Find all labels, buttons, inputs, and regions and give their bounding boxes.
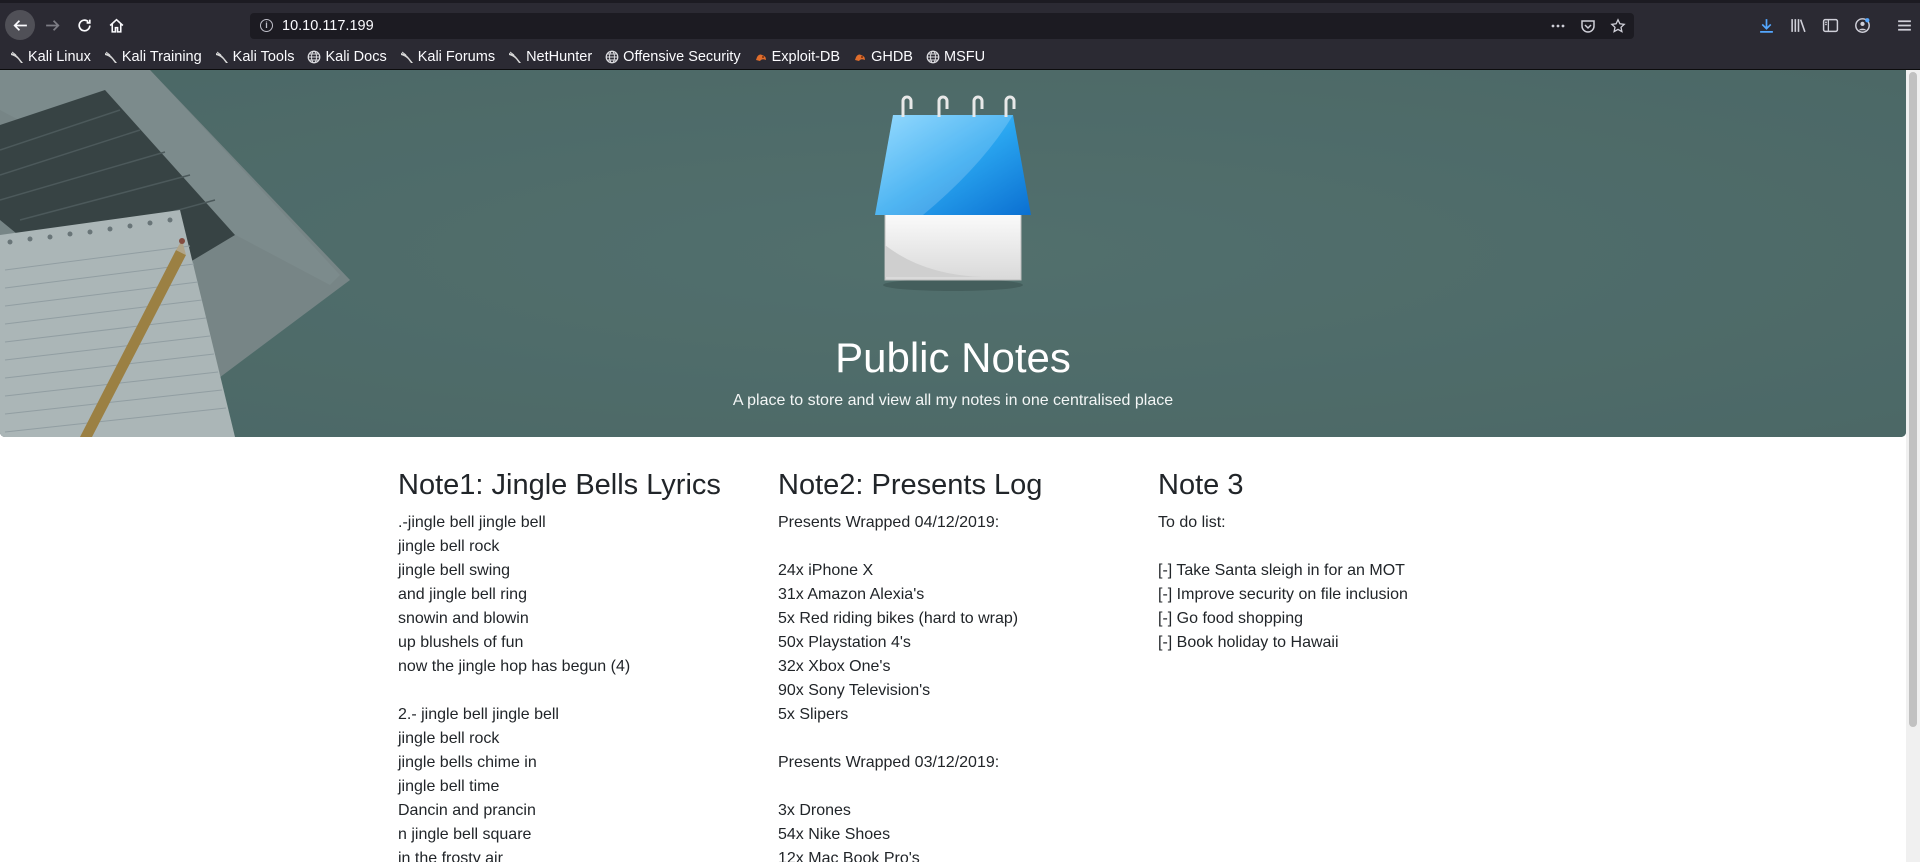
url-actions [1550, 13, 1626, 39]
exploit-db-icon [853, 50, 867, 64]
globe-icon [307, 50, 321, 64]
note-title: Note 3 [1158, 469, 1244, 501]
bookmark-msfu[interactable]: MSFU [926, 49, 985, 65]
library-icon[interactable] [1782, 17, 1814, 34]
bookmark-label: Kali Tools [232, 49, 295, 65]
sidebar-icon[interactable] [1814, 17, 1846, 34]
reload-icon [77, 18, 91, 32]
notepad-logo-icon [875, 95, 1031, 291]
downloads-icon[interactable] [1750, 17, 1782, 34]
bookmark-label: Offensive Security [623, 49, 741, 65]
note-title: Note2: Presents Log [778, 469, 1043, 501]
account-icon[interactable] [1846, 17, 1878, 34]
browser-toolbar: i 10.10.117.199 [0, 0, 1920, 45]
note-body: Presents Wrapped 04/12/2019: 24x iPhone … [778, 513, 1019, 862]
bookmark-label: Kali Forums [417, 49, 496, 65]
bookmark-nethunter[interactable]: NetHunter [508, 49, 592, 65]
note-body: .-jingle bell jingle bell jingle bell ro… [398, 513, 631, 862]
bookmark-label: MSFU [943, 49, 986, 65]
more-actions-icon[interactable] [1550, 18, 1566, 34]
arrow-right-icon [45, 19, 60, 31]
globe-icon [926, 50, 940, 64]
home-icon [109, 18, 123, 33]
notes-row: Note1: Jingle Bells Lyrics .-jingle bell… [398, 468, 1538, 862]
pocket-icon[interactable] [1580, 18, 1596, 34]
kali-dragon-icon [508, 50, 522, 64]
note-body: To do list: [-] Take Santa sleigh in for… [1158, 513, 1408, 651]
kali-dragon-icon [104, 50, 118, 64]
note-card: Note 3 To do list: [-] Take Santa sleigh… [1158, 468, 1538, 862]
bookmark-label: Kali Linux [28, 49, 91, 65]
arrow-left-icon [12, 19, 27, 31]
page-title: Public Notes [835, 334, 1071, 381]
back-button[interactable] [5, 10, 35, 40]
url-text: 10.10.117.199 [282, 18, 374, 34]
bookmark-label: NetHunter [526, 49, 593, 65]
bookmark-star-icon[interactable] [1610, 18, 1626, 34]
bookmark-kali-training[interactable]: Kali Training [104, 49, 202, 65]
bookmarks-bar: Kali Linux Kali Training Kali Tools Kali Do… [0, 45, 1920, 70]
toolbar-right-icons [1750, 11, 1920, 39]
page-viewport: Public Notes A place to store and view a… [0, 70, 1906, 862]
note-card: Note1: Jingle Bells Lyrics .-jingle bell… [398, 468, 778, 862]
address-bar[interactable]: i 10.10.117.199 [250, 13, 1634, 39]
bookmark-label: Kali Docs [325, 49, 387, 65]
globe-icon [605, 50, 619, 64]
bookmark-kali-forums[interactable]: Kali Forums [400, 49, 495, 65]
bookmark-kali-linux[interactable]: Kali Linux [10, 49, 91, 65]
bookmark-offensive-security[interactable]: Offensive Security [605, 49, 741, 65]
kali-dragon-icon [215, 50, 229, 64]
kali-dragon-icon [10, 50, 24, 64]
bookmark-exploit-db[interactable]: Exploit-DB [754, 49, 841, 65]
bookmark-label: GHDB [871, 49, 913, 65]
kali-dragon-icon [400, 50, 414, 64]
bookmark-label: Kali Training [121, 49, 202, 65]
reload-button[interactable] [70, 11, 98, 39]
note-card: Note2: Presents Log Presents Wrapped 04/… [778, 468, 1158, 862]
forward-button[interactable] [38, 11, 66, 39]
note-title: Note1: Jingle Bells Lyrics [398, 469, 721, 501]
bookmark-kali-tools[interactable]: Kali Tools [215, 49, 295, 65]
page-subtitle: A place to store and view all my notes i… [732, 392, 1174, 409]
hero-banner: Public Notes A place to store and view a… [0, 70, 1906, 437]
page-scrollbar[interactable] [1906, 70, 1920, 862]
home-button[interactable] [102, 11, 130, 39]
info-icon[interactable]: i [260, 19, 273, 32]
bookmark-label: Exploit-DB [771, 49, 841, 65]
menu-icon[interactable] [1888, 17, 1920, 34]
bookmark-kali-docs[interactable]: Kali Docs [307, 49, 387, 65]
bookmark-ghdb[interactable]: GHDB [853, 49, 913, 65]
exploit-db-icon [754, 50, 768, 64]
scrollbar-thumb[interactable] [1909, 72, 1917, 727]
